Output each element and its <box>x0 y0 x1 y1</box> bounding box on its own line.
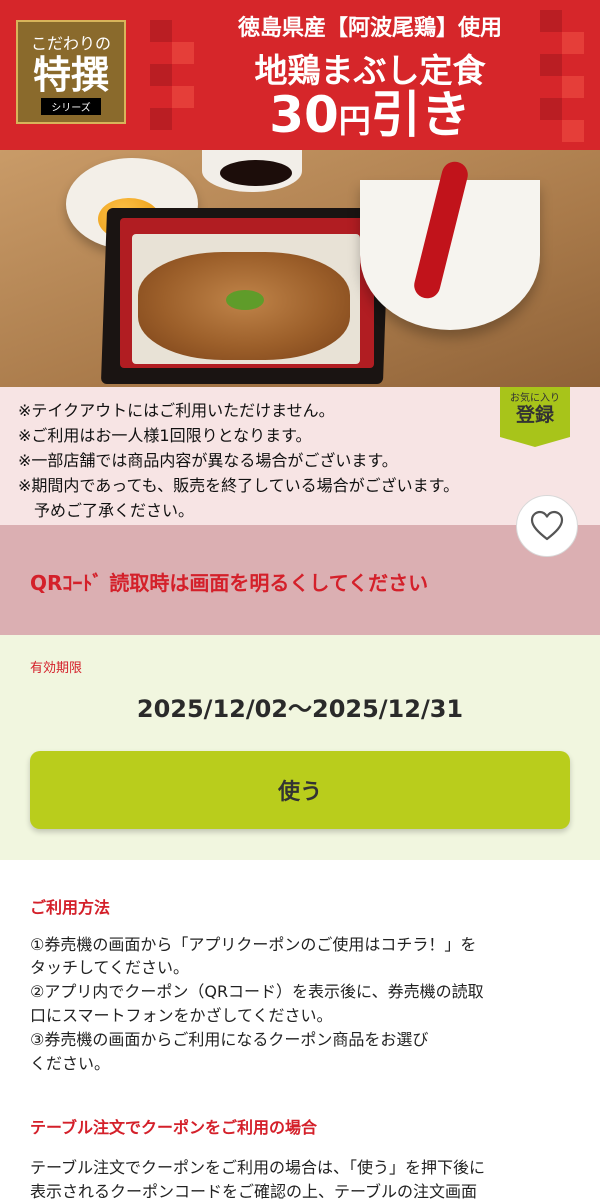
checker-pattern <box>540 98 562 120</box>
validity-label: 有効期限 <box>30 661 83 676</box>
checker-pattern <box>150 20 172 42</box>
qr-notice-text: QRｺｰﾄﾞ 読取時は画面を明るくしてください <box>30 571 429 595</box>
qr-brightness-notice: QRｺｰﾄﾞ 読取時は画面を明るくしてください <box>0 525 600 635</box>
checker-pattern <box>562 32 584 54</box>
checker-pattern <box>540 10 562 32</box>
usage-step-line: タッチしてください。 <box>30 958 190 977</box>
favorite-tag-line2: 登録 <box>515 404 554 426</box>
checker-pattern <box>172 42 194 64</box>
discount-suffix: 引き <box>370 86 471 144</box>
usage-step-line: ②アプリ内でクーポン（QRコード）を表示後に、券売機の読取 <box>30 982 484 1001</box>
checker-pattern <box>562 76 584 98</box>
meal-photo <box>0 150 600 387</box>
usage-step-line: ①券売機の画面から「アプリクーポンのご使用はコチラ！」を <box>30 935 477 954</box>
note-line: ※期間内であっても、販売を終了している場合がございます。 <box>18 476 460 495</box>
checker-pattern <box>172 86 194 108</box>
table-order-heading: テーブル注文でクーポンをご利用の場合 <box>30 1118 318 1137</box>
banner-discount: 30円引き <box>200 86 540 150</box>
discount-unit: 円 <box>338 102 371 140</box>
usage-heading: ご利用方法 <box>30 898 111 917</box>
coupon-notes: ※テイクアウトにはご利用いただけません。 ※ご利用はお一人様1回限りとなります。… <box>0 387 600 525</box>
heart-outline-icon <box>530 510 564 541</box>
usage-step-line: ください。 <box>30 1054 111 1073</box>
usage-step-line: 口にスマートフォンをかざしてください。 <box>30 1006 333 1025</box>
note-line: 予めご了承ください。 <box>18 501 195 520</box>
note-line: ※一部店舗では商品内容が異なる場合がございます。 <box>18 451 398 470</box>
badge-line2: 特撰 <box>32 52 109 97</box>
favorite-tag-line1: お気に入り <box>510 393 560 404</box>
note-line: ※ご利用はお一人様1回限りとなります。 <box>18 426 312 445</box>
favorite-button[interactable] <box>516 495 578 557</box>
badge-line3: シリーズ <box>41 98 101 115</box>
discount-number: 30 <box>269 86 339 144</box>
checker-pattern <box>540 54 562 76</box>
checker-pattern <box>150 64 172 86</box>
usage-instructions: ご利用方法 ①券売機の画面から「アプリクーポンのご使用はコチラ！」を タッチして… <box>0 860 600 1200</box>
green-onion <box>226 290 264 310</box>
usage-step-line: ③券売機の画面からご利用になるクーポン商品をお選び <box>30 1030 429 1049</box>
favorite-register-tag[interactable]: お気に入り 登録 <box>500 387 570 447</box>
use-coupon-button[interactable]: 使う <box>30 751 570 829</box>
checker-pattern <box>150 108 172 130</box>
validity-section: 有効期限 2025/12/02～2025/12/31 使う <box>0 635 600 860</box>
badge-line1: こだわりの <box>30 34 111 53</box>
checker-pattern <box>562 120 584 142</box>
coupon-hero-image: こだわりの 特撰 シリーズ 徳島県産【阿波尾鶏】使用 地鶏まぶし定食 30円引き <box>0 0 600 387</box>
table-order-text: 表示されるクーポンコードをご確認の上、テーブルの注文画面 <box>30 1182 478 1200</box>
note-line: ※テイクアウトにはご利用いただけません。 <box>18 401 335 420</box>
table-order-text: テーブル注文でクーポンをご利用の場合は、「使う」を押下後に <box>30 1158 486 1177</box>
banner-title: 地鶏まぶし定食 <box>254 51 486 90</box>
series-badge: こだわりの 特撰 シリーズ <box>16 20 126 124</box>
soy-sauce <box>220 160 292 186</box>
validity-dates: 2025/12/02～2025/12/31 <box>136 695 464 723</box>
coupon-detail-page: こだわりの 特撰 シリーズ 徳島県産【阿波尾鶏】使用 地鶏まぶし定食 30円引き… <box>0 0 600 1200</box>
banner-subtitle: 徳島県産【阿波尾鶏】使用 <box>237 16 502 41</box>
promo-banner: こだわりの 特撰 シリーズ 徳島県産【阿波尾鶏】使用 地鶏まぶし定食 30円引き <box>0 0 600 150</box>
